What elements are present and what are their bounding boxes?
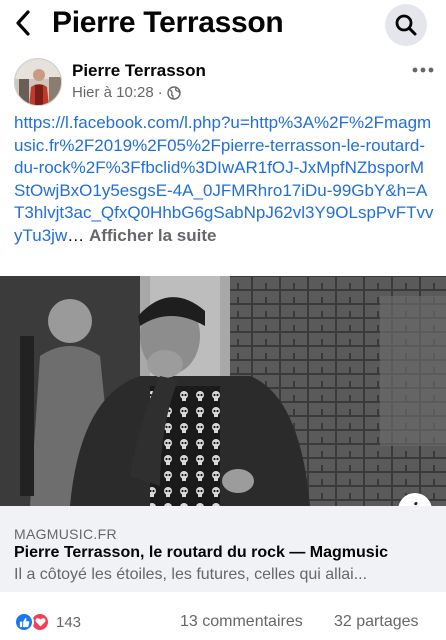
- preview-description: Il a côtoyé les étoiles, les futures, ce…: [14, 566, 368, 583]
- search-button[interactable]: [385, 4, 427, 46]
- post-image[interactable]: [0, 276, 446, 506]
- globe-icon: [167, 85, 181, 100]
- more-options-button[interactable]: [408, 60, 438, 80]
- comments-count[interactable]: 13 commentaires: [180, 613, 303, 631]
- preview-domain: MAGMUSIC.FR: [14, 526, 117, 542]
- meta-separator: ·: [157, 84, 163, 101]
- author-avatar[interactable]: [14, 58, 62, 106]
- more-horizontal-icon: [412, 67, 434, 73]
- see-more-button[interactable]: Afficher la suite: [89, 226, 217, 245]
- search-icon: [395, 14, 417, 36]
- text-ellipsis: …: [67, 225, 85, 245]
- reactions-summary[interactable]: 143: [14, 612, 81, 632]
- page-title: Pierre Terrasson: [52, 6, 284, 39]
- shares-count[interactable]: 32 partages: [334, 613, 419, 631]
- link-preview-card[interactable]: MAGMUSIC.FR Pierre Terrasson, le routard…: [0, 506, 446, 592]
- back-button[interactable]: [10, 8, 36, 38]
- like-icon: [14, 612, 34, 632]
- author-name[interactable]: Pierre Terrasson: [72, 61, 206, 81]
- preview-title: Pierre Terrasson, le routard du rock — M…: [14, 544, 389, 561]
- top-bar: Pierre Terrasson: [0, 0, 446, 48]
- post-meta: Hier à 10:28 ·: [72, 84, 181, 101]
- chevron-left-icon: [16, 10, 30, 36]
- reaction-count: 143: [56, 613, 82, 631]
- post-text: https://l.facebook.com/l.php?u=http%3A%2…: [14, 112, 434, 248]
- post-timestamp[interactable]: Hier à 10:28: [72, 84, 154, 101]
